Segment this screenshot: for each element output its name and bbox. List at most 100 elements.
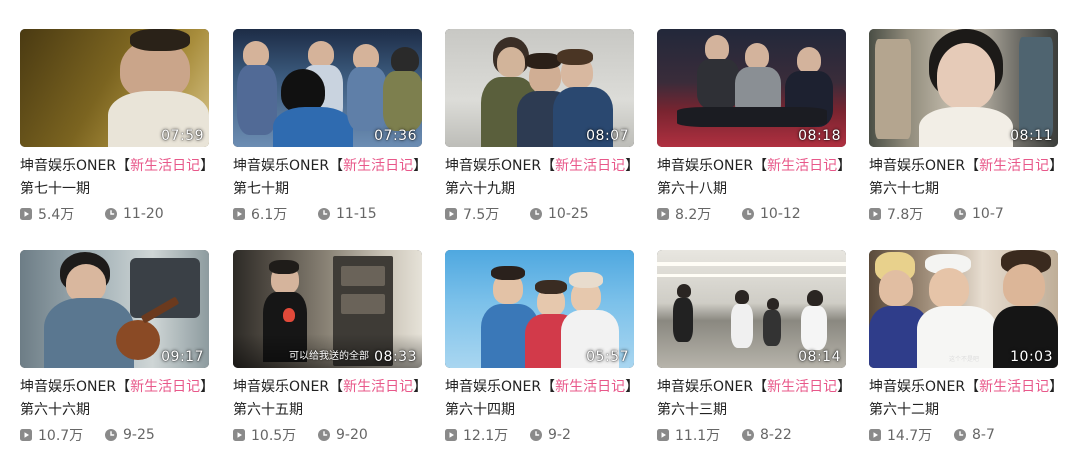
publish-date: 11-15 — [318, 206, 377, 222]
clock-icon — [742, 208, 760, 220]
video-card[interactable]: 这个不是吧 10:03 坤音娱乐ONER【新生活日记】第六十二期 14.7万 8… — [869, 250, 1058, 445]
video-title-link[interactable]: 坤音娱乐ONER【新生活日记】第七十一期 — [20, 155, 209, 201]
video-thumbnail[interactable]: 07:59 — [20, 29, 209, 147]
title-highlight: 新生活日记 — [343, 158, 414, 174]
publish-date-text: 9-2 — [548, 427, 571, 443]
video-duration: 05:57 — [586, 349, 629, 365]
publish-date-text: 10-25 — [548, 206, 589, 222]
title-prefix: 坤音娱乐ONER【 — [233, 158, 344, 174]
video-duration: 08:33 — [374, 349, 417, 365]
title-highlight: 新生活日记 — [979, 379, 1050, 395]
video-meta: 6.1万 11-15 — [233, 204, 422, 224]
video-card[interactable]: 08:14 坤音娱乐ONER【新生活日记】第六十三期 11.1万 8-22 — [657, 250, 846, 445]
title-highlight: 新生活日记 — [343, 379, 414, 395]
thumbnail-caption: 这个不是吧 — [949, 356, 980, 363]
view-count-text: 5.4万 — [38, 207, 75, 223]
video-thumbnail[interactable]: 07:36 — [233, 29, 422, 147]
clock-icon — [318, 429, 336, 441]
video-thumbnail[interactable]: 08:18 — [657, 29, 846, 147]
view-count: 8.2万 — [657, 204, 742, 224]
play-count-icon — [20, 429, 38, 441]
video-thumbnail[interactable]: 08:14 — [657, 250, 846, 368]
video-duration: 09:17 — [161, 349, 204, 365]
video-meta: 14.7万 8-7 — [869, 425, 1058, 445]
video-title-link[interactable]: 坤音娱乐ONER【新生活日记】第七十期 — [233, 155, 422, 201]
play-count-icon — [657, 429, 675, 441]
video-duration: 10:03 — [1010, 349, 1053, 365]
title-highlight: 新生活日记 — [130, 158, 201, 174]
clock-icon — [742, 429, 760, 441]
title-prefix: 坤音娱乐ONER【 — [657, 158, 768, 174]
video-title-link[interactable]: 坤音娱乐ONER【新生活日记】第六十三期 — [657, 376, 846, 422]
video-meta: 7.8万 10-7 — [869, 204, 1058, 224]
publish-date-text: 8-7 — [972, 427, 995, 443]
play-count-icon — [445, 429, 463, 441]
view-count: 6.1万 — [233, 204, 318, 224]
title-highlight: 新生活日记 — [555, 158, 626, 174]
video-grid: 07:59 坤音娱乐ONER【新生活日记】第七十一期 5.4万 11-20 07… — [0, 0, 1080, 462]
video-title-link[interactable]: 坤音娱乐ONER【新生活日记】第六十七期 — [869, 155, 1058, 201]
video-title-link[interactable]: 坤音娱乐ONER【新生活日记】第六十八期 — [657, 155, 846, 201]
title-prefix: 坤音娱乐ONER【 — [657, 379, 768, 395]
video-title-link[interactable]: 坤音娱乐ONER【新生活日记】第六十九期 — [445, 155, 634, 201]
publish-date: 10-12 — [742, 206, 801, 222]
video-card[interactable]: 09:17 坤音娱乐ONER【新生活日记】第六十六期 10.7万 9-25 — [20, 250, 209, 445]
video-duration: 08:11 — [1010, 128, 1053, 144]
video-title-link[interactable]: 坤音娱乐ONER【新生活日记】第六十六期 — [20, 376, 209, 422]
video-card[interactable]: 05:57 坤音娱乐ONER【新生活日记】第六十四期 12.1万 9-2 — [445, 250, 634, 445]
video-thumbnail[interactable]: 09:17 — [20, 250, 209, 368]
video-thumbnail[interactable]: 这个不是吧 10:03 — [869, 250, 1058, 368]
view-count-text: 14.7万 — [887, 428, 933, 444]
title-prefix: 坤音娱乐ONER【 — [20, 379, 131, 395]
publish-date: 9-25 — [105, 427, 155, 443]
title-highlight: 新生活日记 — [979, 158, 1050, 174]
publish-date-text: 9-25 — [123, 427, 155, 443]
video-duration: 08:07 — [586, 128, 629, 144]
title-highlight: 新生活日记 — [555, 379, 626, 395]
thumbnail-caption: 可以给我送的全部 — [289, 351, 369, 362]
video-thumbnail[interactable]: 05:57 — [445, 250, 634, 368]
publish-date: 10-7 — [954, 206, 1004, 222]
play-count-icon — [445, 208, 463, 220]
publish-date-text: 8-22 — [760, 427, 792, 443]
video-card[interactable]: 07:36 坤音娱乐ONER【新生活日记】第七十期 6.1万 11-15 — [233, 29, 422, 224]
video-card[interactable]: 可以给我送的全部 08:33 坤音娱乐ONER【新生活日记】第六十五期 10.5… — [233, 250, 422, 445]
play-count-icon — [20, 208, 38, 220]
video-meta: 11.1万 8-22 — [657, 425, 846, 445]
publish-date-text: 10-7 — [972, 206, 1004, 222]
publish-date-text: 11-15 — [336, 206, 377, 222]
view-count-text: 11.1万 — [675, 428, 721, 444]
video-meta: 5.4万 11-20 — [20, 204, 209, 224]
publish-date: 8-7 — [954, 427, 995, 443]
view-count: 7.5万 — [445, 204, 530, 224]
view-count-text: 7.8万 — [887, 207, 924, 223]
video-thumbnail[interactable]: 可以给我送的全部 08:33 — [233, 250, 422, 368]
video-meta: 10.7万 9-25 — [20, 425, 209, 445]
view-count: 12.1万 — [445, 425, 530, 445]
video-thumbnail[interactable]: 08:11 — [869, 29, 1058, 147]
play-count-icon — [869, 208, 887, 220]
view-count: 10.7万 — [20, 425, 105, 445]
publish-date: 8-22 — [742, 427, 792, 443]
title-prefix: 坤音娱乐ONER【 — [869, 379, 980, 395]
play-count-icon — [869, 429, 887, 441]
video-title-link[interactable]: 坤音娱乐ONER【新生活日记】第六十五期 — [233, 376, 422, 422]
video-duration: 07:59 — [161, 128, 204, 144]
video-thumbnail[interactable]: 08:07 — [445, 29, 634, 147]
publish-date-text: 10-12 — [760, 206, 801, 222]
view-count: 14.7万 — [869, 425, 954, 445]
video-card[interactable]: 08:07 坤音娱乐ONER【新生活日记】第六十九期 7.5万 10-25 — [445, 29, 634, 224]
video-card[interactable]: 08:18 坤音娱乐ONER【新生活日记】第六十八期 8.2万 10-12 — [657, 29, 846, 224]
title-prefix: 坤音娱乐ONER【 — [445, 158, 556, 174]
view-count: 7.8万 — [869, 204, 954, 224]
view-count-text: 12.1万 — [463, 428, 509, 444]
title-prefix: 坤音娱乐ONER【 — [445, 379, 556, 395]
view-count-text: 6.1万 — [251, 207, 288, 223]
video-title-link[interactable]: 坤音娱乐ONER【新生活日记】第六十四期 — [445, 376, 634, 422]
video-card[interactable]: 08:11 坤音娱乐ONER【新生活日记】第六十七期 7.8万 10-7 — [869, 29, 1058, 224]
publish-date-text: 9-20 — [336, 427, 368, 443]
title-highlight: 新生活日记 — [767, 379, 838, 395]
video-title-link[interactable]: 坤音娱乐ONER【新生活日记】第六十二期 — [869, 376, 1058, 422]
video-card[interactable]: 07:59 坤音娱乐ONER【新生活日记】第七十一期 5.4万 11-20 — [20, 29, 209, 224]
view-count-text: 10.7万 — [38, 428, 84, 444]
